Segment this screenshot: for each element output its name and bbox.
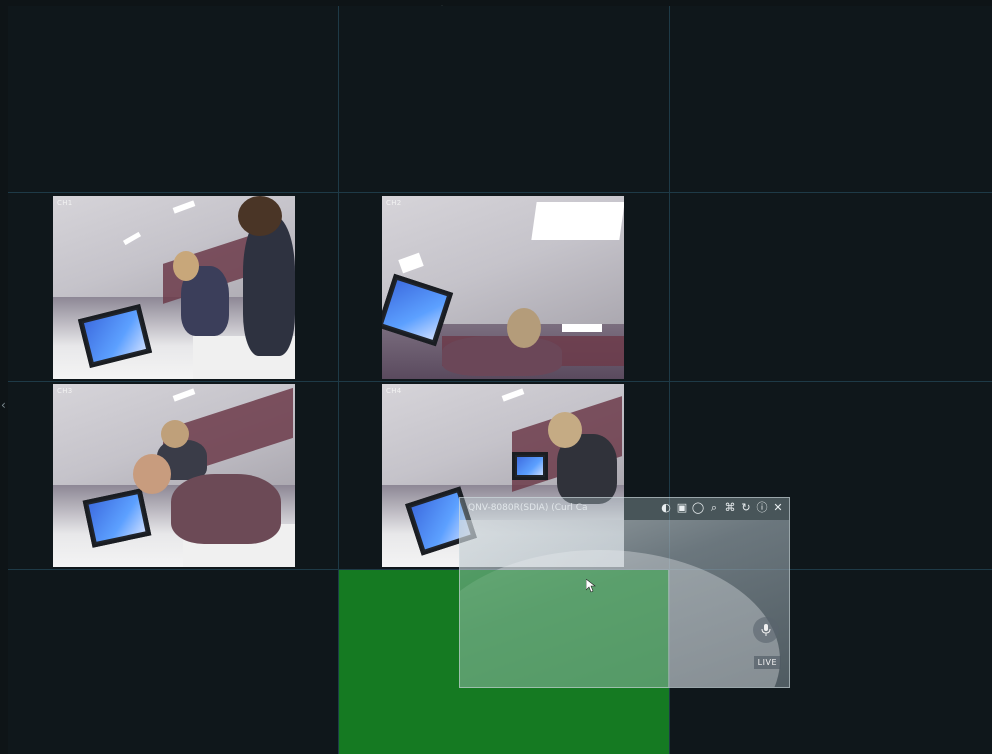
live-view-screen: ︿ ‹ CH1 [0,0,992,754]
live-badge: LIVE [753,656,781,669]
grid-divider [338,6,339,754]
grid-divider [8,381,992,382]
zoom-icon[interactable]: ⌕ [707,501,721,515]
grid-divider [8,192,992,193]
viewer-title: QNV-8080R(SDIA) (Curl Ca [468,503,588,513]
info-icon[interactable]: ⓘ [755,501,769,515]
camera-channel-label: CH3 [57,387,73,395]
camera-channel-label: CH2 [386,199,402,207]
viewer-toolbar: ◐ ▣ ◯ ⌕ ⌘ ↻ ⓘ ✕ [659,501,785,515]
record-icon[interactable]: ◯ [691,501,705,515]
contrast-icon[interactable]: ◐ [659,501,673,515]
camera-tile[interactable]: CH2 [382,196,624,379]
drop-preview-overlay [460,570,668,687]
floating-camera-viewer[interactable]: QNV-8080R(SDIA) (Curl Ca ◐ ▣ ◯ ⌕ ⌘ ↻ ⓘ ✕… [459,497,790,688]
camera-channel-label: CH4 [386,387,402,395]
mouse-cursor-icon [586,579,596,593]
camera-tile[interactable]: CH1 [53,196,295,379]
fisheye-icon[interactable]: ⌘ [723,501,737,515]
left-collapse-handle[interactable]: ‹ [1,398,6,412]
rotate-icon[interactable]: ↻ [739,501,753,515]
microphone-button[interactable] [753,617,779,643]
close-icon[interactable]: ✕ [771,501,785,515]
camera-tile[interactable]: CH3 [53,384,295,567]
camera-channel-label: CH1 [57,199,73,207]
viewer-header[interactable]: QNV-8080R(SDIA) (Curl Ca ◐ ▣ ◯ ⌕ ⌘ ↻ ⓘ ✕ [460,498,789,520]
microphone-icon [761,624,771,636]
picture-in-picture-icon[interactable]: ▣ [675,501,689,515]
